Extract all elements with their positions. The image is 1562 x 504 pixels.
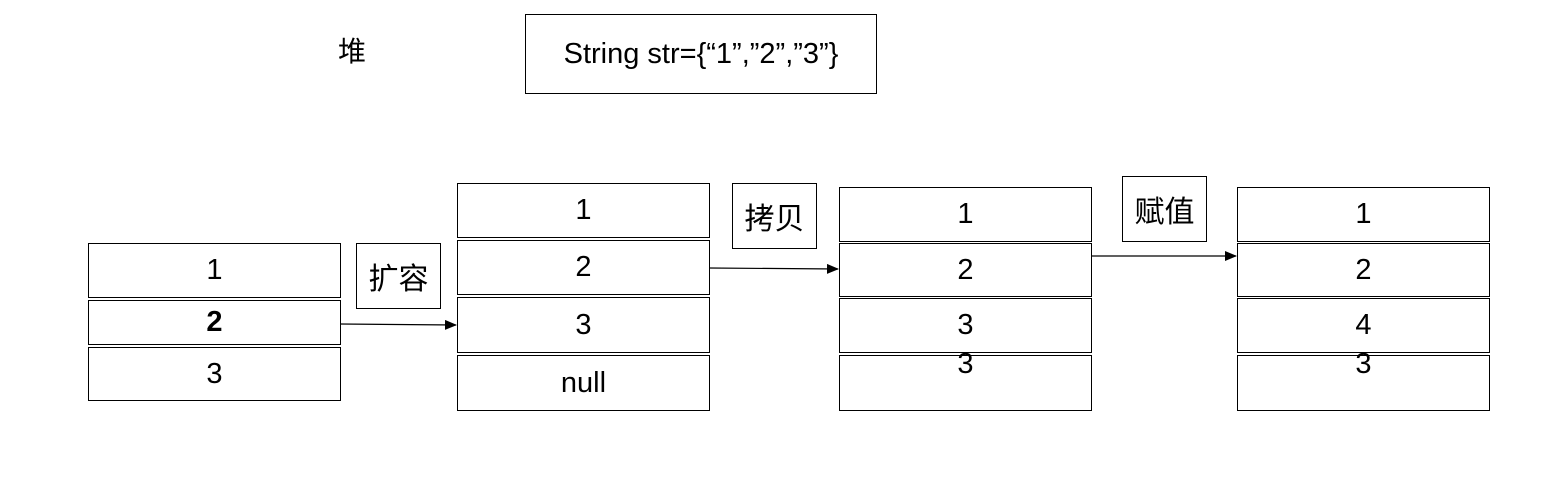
- arrow-copy: [708, 263, 839, 274]
- arrows-layer: [339, 251, 1237, 330]
- arrow-expand: [339, 319, 457, 330]
